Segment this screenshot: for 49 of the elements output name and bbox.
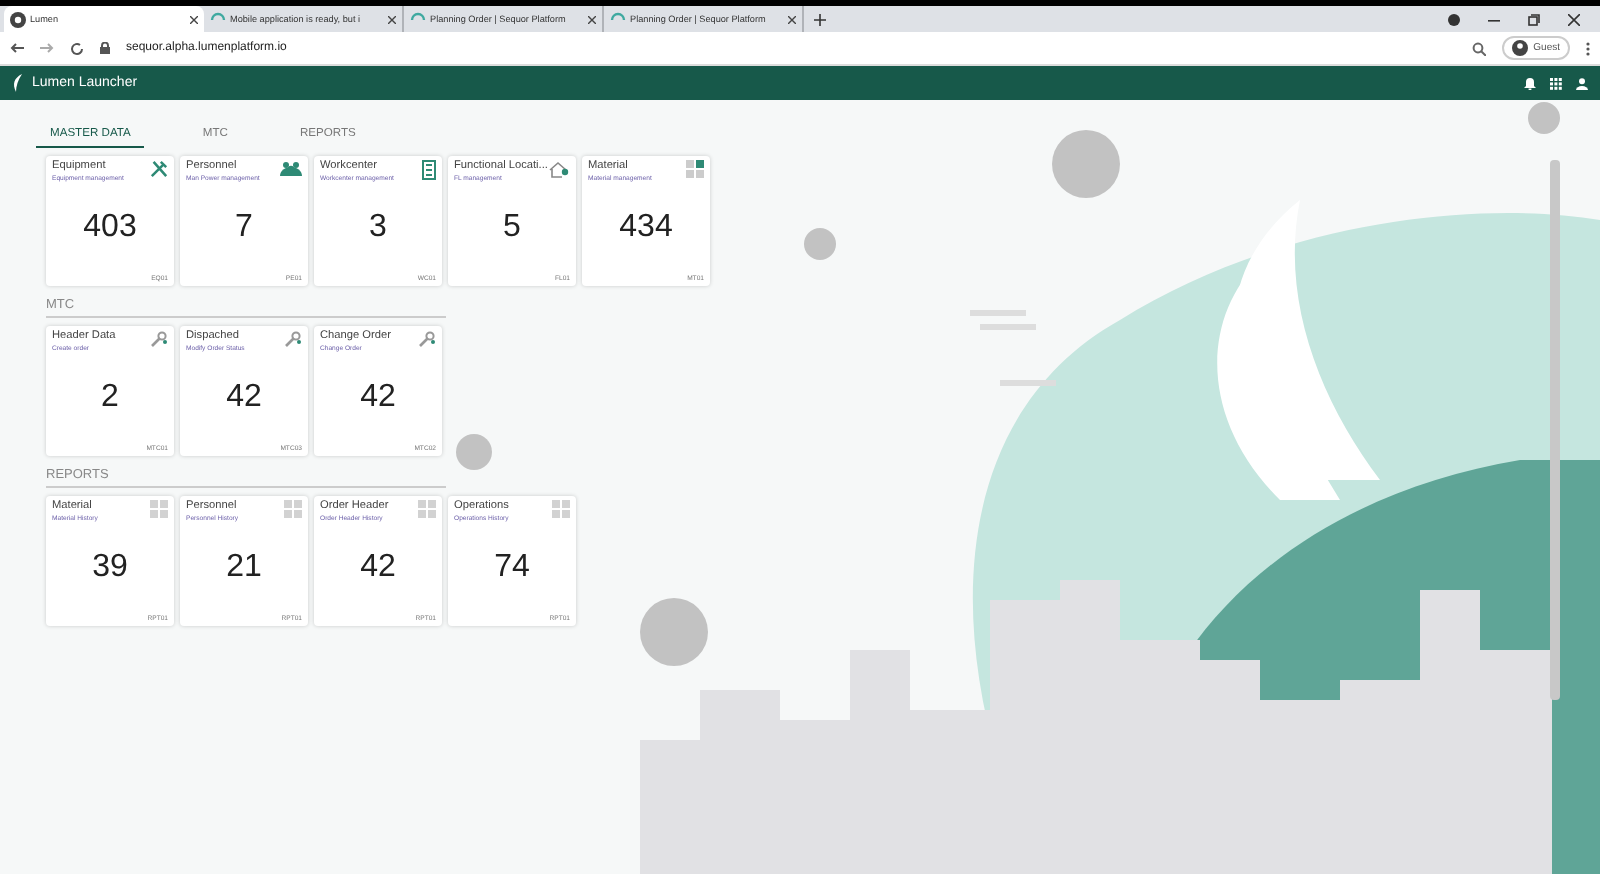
search-icon[interactable] [1471, 41, 1486, 55]
wrench-icon [150, 330, 168, 348]
tile-count: 5 [503, 210, 521, 246]
circle-decoration [1052, 130, 1120, 198]
tile-count: 2 [101, 380, 119, 416]
restore-icon[interactable] [1528, 13, 1540, 25]
grid-icon [150, 500, 168, 518]
tile-count: 21 [226, 550, 262, 586]
tile-count: 39 [92, 550, 128, 586]
grid-icon [552, 500, 570, 518]
circle-decoration [804, 228, 836, 260]
close-icon[interactable] [190, 15, 198, 23]
grid-icon [418, 500, 436, 518]
scrollbar[interactable] [1550, 160, 1560, 700]
apps-grid-icon[interactable] [1550, 77, 1562, 89]
record-icon [1448, 13, 1460, 25]
app-logo-icon [10, 11, 26, 27]
bell-icon[interactable] [1524, 76, 1536, 90]
tile-count: 403 [83, 210, 137, 246]
close-icon[interactable] [588, 15, 596, 23]
avatar-icon [1511, 40, 1528, 56]
close-icon[interactable] [1568, 13, 1580, 25]
reload-icon[interactable] [70, 41, 84, 55]
tile-count: 42 [360, 380, 396, 416]
close-icon[interactable] [788, 15, 796, 23]
tile-count: 3 [369, 210, 387, 246]
tile-count: 434 [619, 210, 673, 246]
building-icon [422, 160, 436, 180]
circle-decoration [456, 434, 492, 470]
circle-decoration [1528, 102, 1560, 134]
tools-icon [150, 160, 168, 178]
tile-count: 42 [360, 550, 396, 586]
tile-count: 7 [235, 210, 253, 246]
back-arrow-icon[interactable] [10, 42, 24, 54]
tile-count: 74 [494, 550, 530, 586]
leaf-logo-icon [12, 74, 24, 92]
grid-icon [284, 500, 302, 518]
user-icon[interactable] [1576, 77, 1588, 89]
house-pin-icon [548, 160, 570, 178]
close-icon[interactable] [388, 15, 396, 23]
tile-count: 42 [226, 380, 262, 416]
circle-decoration [640, 598, 708, 666]
new-tab-icon[interactable] [814, 13, 826, 25]
wrench-icon [418, 330, 436, 348]
dash-lines-drawing [970, 310, 1056, 386]
lock-icon [100, 42, 110, 54]
grid-icon [686, 160, 704, 178]
wrench-icon [284, 330, 302, 348]
people-icon [280, 160, 302, 178]
